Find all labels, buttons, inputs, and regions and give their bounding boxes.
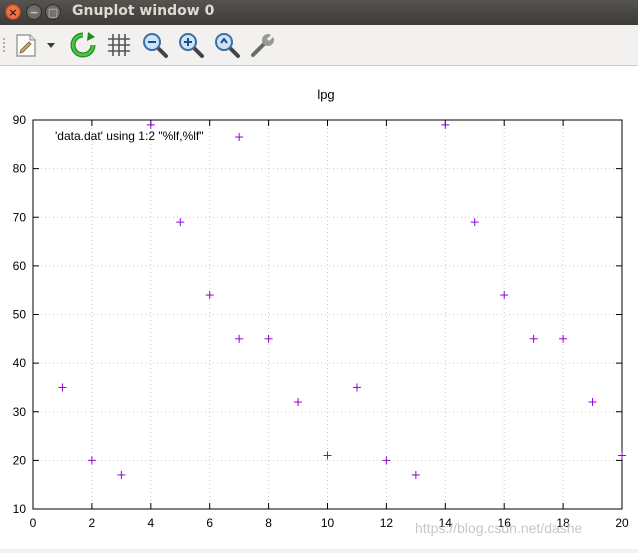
y-tick-label: 50 <box>13 308 27 322</box>
data-point <box>500 291 509 300</box>
data-point <box>470 218 479 227</box>
data-point <box>441 120 450 129</box>
toolbar-grip-icon <box>3 38 5 52</box>
zoom-in-icon[interactable] <box>177 31 205 59</box>
y-tick-label: 80 <box>13 162 27 176</box>
data-point <box>87 456 96 465</box>
data-point <box>352 383 361 392</box>
data-point <box>58 383 67 392</box>
x-tick-label: 8 <box>265 516 272 530</box>
zoom-out-icon[interactable] <box>141 31 169 59</box>
x-tick-label: 0 <box>30 516 37 530</box>
data-point <box>529 334 538 343</box>
y-tick-label: 70 <box>13 210 27 224</box>
data-point <box>618 451 626 460</box>
data-point <box>146 120 155 129</box>
y-tick-label: 90 <box>13 113 27 127</box>
dropdown-arrow-icon[interactable] <box>44 31 58 59</box>
x-tick-label: 2 <box>89 516 96 530</box>
grid-icon[interactable] <box>105 31 133 59</box>
data-point <box>323 451 332 460</box>
data-point <box>205 291 214 300</box>
scatter-plot: lpg 0 2 4 6 8 10 12 14 16 18 20102030405060708090 … <box>13 87 629 536</box>
legend-label: 'data.dat' using 1:2 "%lf,%lf" <box>55 129 204 143</box>
config-wrench-icon[interactable] <box>249 31 277 59</box>
window-title: Gnuplot window 0 <box>72 3 215 19</box>
minimize-button[interactable]: − <box>26 4 42 20</box>
x-tick-label: 12 <box>380 516 394 530</box>
x-tick-label: 10 <box>321 516 335 530</box>
data-point <box>559 334 568 343</box>
data-point <box>382 456 391 465</box>
replot-icon[interactable] <box>69 31 97 59</box>
data-point <box>264 334 273 343</box>
plot-area[interactable]: lpg 0 2 4 6 8 10 12 14 16 18 20 10 20 30 40 50 60 70 80 90 … <box>0 66 638 549</box>
y-tick-label: 60 <box>13 259 27 273</box>
x-tick-label: 6 <box>206 516 213 530</box>
gnuplot-window: × − □ Gnuplot window 0 lpg 0 2 4 6 8 10 … <box>0 0 638 549</box>
y-tick-label: 10 <box>13 502 27 516</box>
y-tick-label: 30 <box>13 405 27 419</box>
data-point <box>411 470 420 479</box>
zoom-previous-icon[interactable] <box>213 31 241 59</box>
maximize-button[interactable]: □ <box>45 4 61 20</box>
y-tick-label: 40 <box>13 356 27 370</box>
chart-title: lpg <box>317 87 334 102</box>
close-button[interactable]: × <box>5 4 21 20</box>
x-tick-label: 20 <box>615 516 629 530</box>
x-tick-label: 4 <box>147 516 154 530</box>
data-point <box>117 470 126 479</box>
data-point <box>235 133 244 142</box>
y-tick-label: 20 <box>13 453 27 467</box>
data-point <box>294 398 303 407</box>
data-point <box>176 218 185 227</box>
toolbar <box>0 25 638 66</box>
title-bar[interactable]: × − □ Gnuplot window 0 <box>0 0 638 25</box>
watermark: https://blog.csdn.net/dashe <box>415 520 583 536</box>
data-point <box>588 398 597 407</box>
data-point <box>235 334 244 343</box>
export-icon[interactable] <box>12 31 40 59</box>
